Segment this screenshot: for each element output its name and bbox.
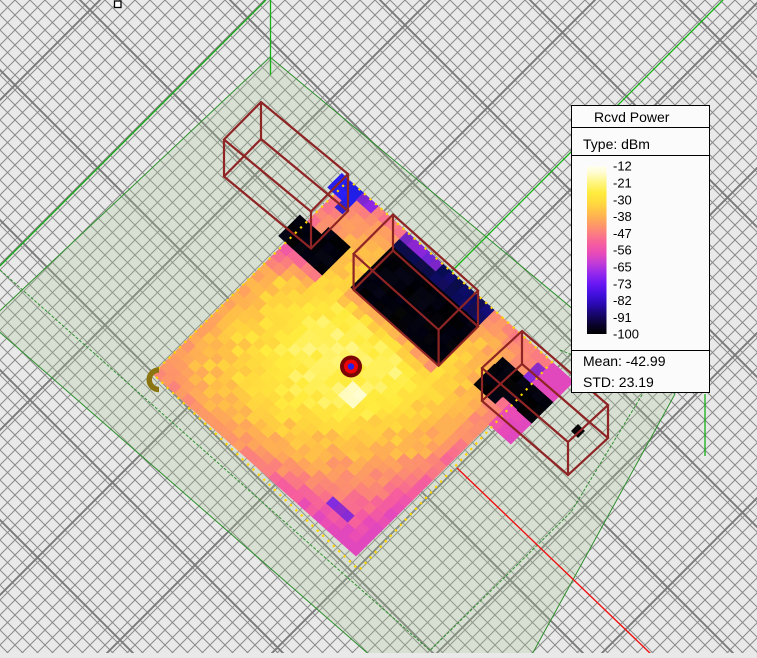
svg-text:-56: -56 (613, 243, 632, 258)
svg-text:Rcvd Power: Rcvd Power (594, 109, 670, 125)
svg-text:-82: -82 (613, 293, 632, 308)
svg-text:Type: dBm: Type: dBm (583, 136, 650, 152)
svg-text:-21: -21 (613, 176, 632, 191)
svg-text:-65: -65 (613, 260, 632, 275)
svg-text:-91: -91 (613, 310, 632, 325)
svg-text:-73: -73 (613, 276, 632, 291)
svg-text:-100: -100 (613, 327, 639, 342)
svg-text:Mean: -42.99: Mean: -42.99 (583, 353, 666, 369)
svg-text:-47: -47 (613, 226, 632, 241)
svg-text:STD: 23.19: STD: 23.19 (583, 374, 654, 390)
svg-text:-12: -12 (613, 159, 632, 174)
svg-text:-30: -30 (613, 192, 632, 207)
svg-text:-38: -38 (613, 209, 632, 224)
